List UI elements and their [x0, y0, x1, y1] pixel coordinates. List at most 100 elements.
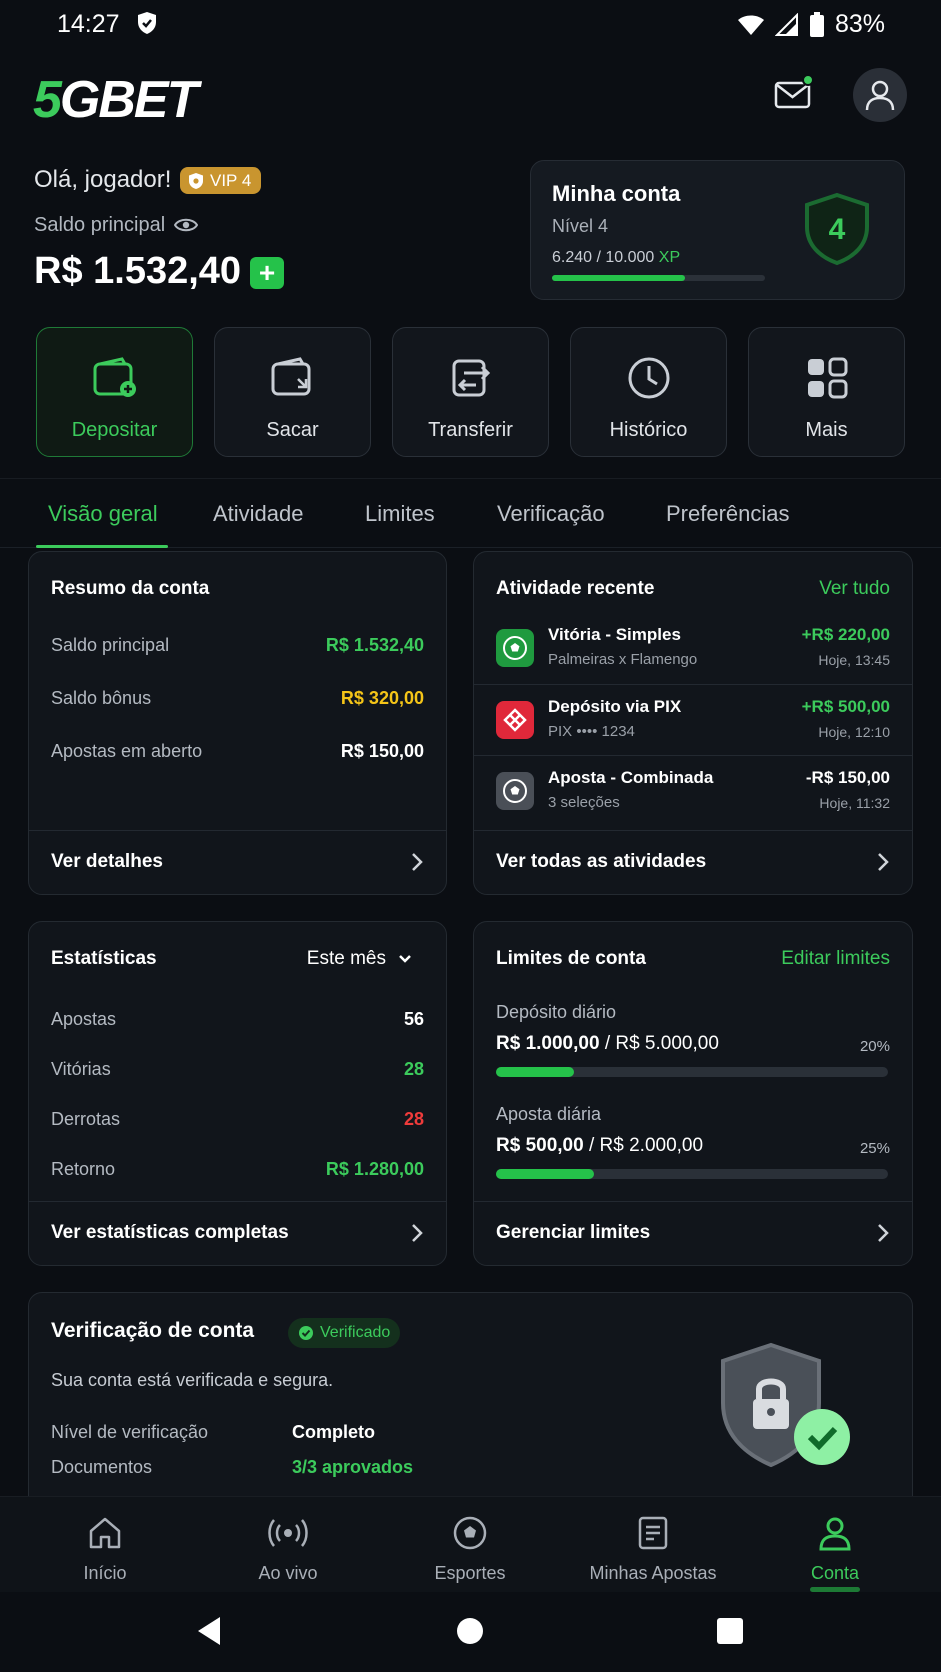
- limit-fill: [496, 1169, 594, 1179]
- verified-label: Verificado: [320, 1324, 391, 1341]
- view-all-activities-label: Ver todas as atividades: [496, 851, 707, 872]
- home-icon: [89, 1517, 121, 1549]
- verified-check-icon: [299, 1326, 313, 1340]
- limit-total: / R$ 2.000,00: [588, 1135, 704, 1156]
- balance-value: R$ 1.532,40: [34, 250, 242, 292]
- tab-preferences[interactable]: Preferências: [666, 501, 790, 527]
- activity-title-text: Vitória - Simples: [548, 625, 681, 644]
- stats-row-label: Apostas: [51, 1009, 117, 1029]
- nav-account[interactable]: Conta: [745, 1513, 925, 1584]
- chevron-right-icon: [878, 1224, 889, 1242]
- tab-verification[interactable]: Verificação: [497, 501, 605, 527]
- stats-row-label: Derrotas: [51, 1109, 121, 1129]
- summary-row-label: Apostas em aberto: [51, 741, 203, 761]
- status-bar: 14:27 83%: [0, 0, 941, 48]
- user-icon: [819, 1517, 851, 1551]
- nav-label: Esportes: [434, 1563, 506, 1583]
- account-tabs: Visão geral Atividade Limites Verificaçã…: [0, 478, 941, 548]
- transfer-label: Transferir: [428, 419, 513, 441]
- stats-row-label: Retorno: [51, 1159, 116, 1179]
- documents-value: 3/3 aprovados: [292, 1457, 414, 1477]
- manage-limits-link[interactable]: Gerenciar limites: [474, 1201, 912, 1265]
- deposit-button[interactable]: Depositar: [36, 327, 193, 457]
- activity-subtitle: 3 seleções: [548, 794, 620, 811]
- status-time: 14:27: [57, 10, 120, 38]
- more-button[interactable]: Mais: [748, 327, 905, 457]
- nav-live[interactable]: Ao vivo: [198, 1513, 378, 1584]
- profile-avatar-button[interactable]: [853, 68, 907, 122]
- nav-my-bets[interactable]: Minhas Apostas: [563, 1513, 743, 1584]
- pix-icon: [503, 708, 527, 732]
- period-value: Este mês: [306, 948, 386, 969]
- messages-button[interactable]: [773, 74, 815, 116]
- account-summary-card: Resumo da conta Saldo principal R$ 1.532…: [28, 551, 447, 895]
- view-all-link[interactable]: Ver tudo: [819, 578, 890, 600]
- nav-sports[interactable]: Esportes: [380, 1513, 560, 1584]
- limit-used: R$ 500,00: [496, 1135, 584, 1156]
- verified-badge: Verificado: [288, 1318, 401, 1348]
- tab-activity[interactable]: Atividade: [213, 501, 304, 527]
- activity-icon-box: [496, 772, 534, 810]
- wallet-withdraw-icon: [271, 357, 310, 396]
- verification-card: Verificação de conta Verificado Sua cont…: [28, 1292, 913, 1522]
- activity-time: Hoje, 11:32: [819, 795, 890, 811]
- limits-title: Limites de conta: [496, 948, 646, 969]
- user-icon: [865, 80, 895, 111]
- activity-icon-box: [496, 701, 534, 739]
- history-button[interactable]: Histórico: [570, 327, 727, 457]
- tab-limits[interactable]: Limites: [365, 501, 435, 527]
- chevron-right-icon: [878, 853, 889, 871]
- summary-row-label: Saldo bônus: [51, 688, 152, 708]
- activity-amount: +R$ 220,00: [801, 625, 890, 644]
- period-dropdown[interactable]: Este mês: [307, 948, 412, 970]
- battery-percent: 83%: [834, 10, 885, 38]
- account-level-card[interactable]: Minha conta Nível 4 6.240 / 10.000 XP 4: [530, 160, 905, 300]
- activity-subtitle: Palmeiras x Flamengo: [548, 651, 698, 668]
- stats-wins-value: 28: [403, 1059, 424, 1079]
- withdraw-button[interactable]: Sacar: [214, 327, 371, 457]
- home-system-icon[interactable]: [455, 1616, 485, 1646]
- bets-icon: [638, 1516, 668, 1550]
- summary-row-label: Saldo principal: [51, 635, 170, 655]
- clock-icon: [628, 357, 669, 399]
- signal-icon: [774, 12, 798, 36]
- eye-icon[interactable]: [174, 216, 198, 234]
- app-logo[interactable]: 5GBET: [33, 70, 198, 130]
- limit-fill: [496, 1067, 575, 1077]
- verification-text: Sua conta está verificada e segura.: [51, 1370, 334, 1390]
- soccer-ball-icon: [503, 636, 527, 660]
- chevron-right-icon: [412, 1224, 423, 1242]
- add-balance-button[interactable]: +: [250, 257, 284, 289]
- view-all-activities-link[interactable]: Ver todas as atividades: [474, 830, 912, 894]
- recent-activity-card: Atividade recente Ver tudo Vitória - Sim…: [473, 551, 913, 895]
- nav-label: Ao vivo: [258, 1563, 318, 1583]
- back-icon[interactable]: [196, 1615, 224, 1647]
- tab-overview[interactable]: Visão geral: [48, 501, 158, 527]
- status-icons: 83%: [737, 10, 885, 39]
- soccer-ball-icon: [453, 1516, 487, 1550]
- vip-badge: VIP 4: [180, 167, 262, 194]
- deposit-label: Depositar: [71, 419, 158, 441]
- activity-item[interactable]: Aposta - Combinada 3 seleções -R$ 150,00…: [474, 755, 912, 826]
- vip-shield-icon: [189, 172, 203, 189]
- documents-label: Documentos: [51, 1457, 153, 1477]
- stats-bets-value: 56: [403, 1009, 424, 1029]
- deposit-limit-bar: [496, 1067, 888, 1077]
- view-details-label: Ver detalhes: [51, 851, 163, 872]
- account-limits-card: Limites de conta Editar limites Depósito…: [473, 921, 913, 1266]
- stats-losses-value: 28: [403, 1109, 424, 1129]
- xp-progress-text: 6.240 / 10.000 XP: [552, 249, 680, 267]
- activity-item[interactable]: Depósito via PIX PIX •••• 1234 +R$ 500,0…: [474, 684, 912, 755]
- edit-limits-link[interactable]: Editar limites: [781, 948, 890, 970]
- view-details-link[interactable]: Ver detalhes: [29, 830, 446, 894]
- active-tab-indicator: [36, 545, 168, 548]
- open-bets-value: R$ 150,00: [340, 741, 424, 761]
- activity-item[interactable]: Vitória - Simples Palmeiras x Flamengo +…: [474, 613, 912, 684]
- full-stats-link[interactable]: Ver estatísticas completas: [29, 1201, 446, 1265]
- limit-value: R$ 500,00 / R$ 2.000,00: [496, 1135, 703, 1157]
- wallet-plus-icon: [93, 357, 136, 397]
- nav-home[interactable]: Início: [15, 1513, 195, 1584]
- transfer-button[interactable]: Transferir: [392, 327, 549, 457]
- recents-icon[interactable]: [716, 1617, 744, 1645]
- verification-title: Verificação de conta: [51, 1319, 255, 1342]
